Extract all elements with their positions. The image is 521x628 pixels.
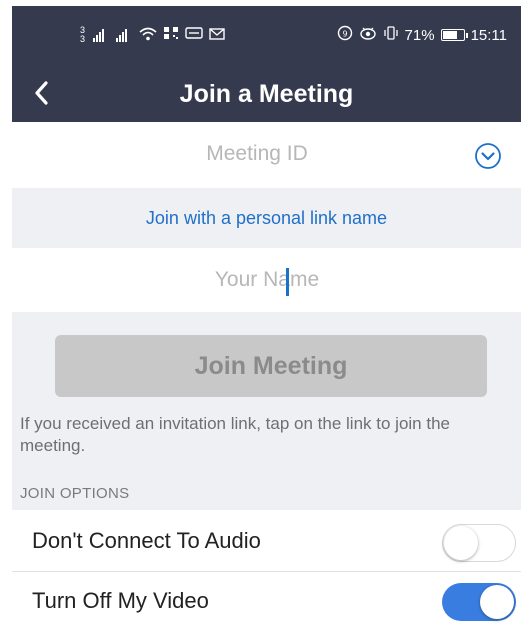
vibrate-icon <box>383 25 399 45</box>
meeting-id-row <box>12 122 521 188</box>
join-options-header: JOIN OPTIONS <box>20 485 130 502</box>
svg-text:9: 9 <box>342 30 347 39</box>
your-name-row <box>12 248 521 312</box>
qr-icon <box>163 26 179 44</box>
page-title: Join a Meeting <box>179 80 354 108</box>
status-bar-right: 9 71% 15:11 <box>337 25 507 45</box>
data-saver-icon: 9 <box>337 25 353 45</box>
option-label-video: Turn Off My Video <box>32 588 209 613</box>
status-bar: 3 3 9 71% 15:11 <box>12 6 521 64</box>
signal-icon-2 <box>116 28 128 42</box>
personal-link-button[interactable]: Join with a personal link name <box>12 188 521 248</box>
meeting-id-input[interactable] <box>92 134 422 174</box>
message-icon <box>209 27 225 44</box>
join-meeting-button[interactable]: Join Meeting <box>55 335 487 397</box>
battery-percent: 71% <box>404 26 435 44</box>
personal-link-label: Join with a personal link name <box>145 207 388 228</box>
eye-icon <box>359 26 377 44</box>
wifi-icon <box>139 27 157 44</box>
sim-indicator: 3 3 <box>80 26 85 44</box>
sim-slot-2: 3 <box>80 34 86 44</box>
chevron-down-circle-icon <box>475 143 501 169</box>
signal-icon <box>93 28 105 42</box>
battery-icon <box>440 29 468 41</box>
meeting-id-dropdown-button[interactable] <box>474 142 502 170</box>
vpn-icon <box>185 26 203 44</box>
option-row-video: Turn Off My Video <box>12 573 521 628</box>
join-section: Join Meeting If you received an invitati… <box>12 312 521 510</box>
toggle-knob <box>480 585 514 619</box>
invitation-hint: If you received an invitation link, tap … <box>20 414 450 455</box>
your-name-input[interactable] <box>92 260 442 300</box>
text-cursor <box>286 268 289 296</box>
audio-toggle[interactable] <box>442 524 516 562</box>
status-bar-left: 3 3 <box>80 26 225 44</box>
toggle-knob <box>444 526 478 560</box>
title-bar: Join a Meeting <box>12 64 521 122</box>
clock: 15:11 <box>470 26 507 44</box>
option-row-audio: Don't Connect To Audio <box>12 510 521 572</box>
video-toggle[interactable] <box>442 583 516 621</box>
option-label-audio: Don't Connect To Audio <box>32 528 261 553</box>
